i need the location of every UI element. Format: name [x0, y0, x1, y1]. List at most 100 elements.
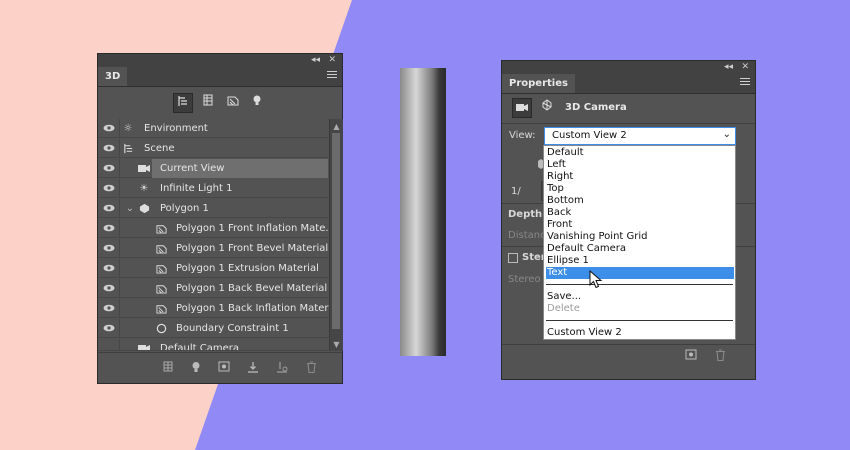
dropdown-option[interactable]: Default [546, 147, 734, 159]
drop-to-ground-icon[interactable] [246, 361, 260, 375]
material-icon [155, 239, 167, 261]
add-constraint-icon[interactable] [275, 361, 289, 375]
layer-label: Polygon 1 Extrusion Material [176, 263, 319, 274]
layer-label: Polygon 1 Back Inflation Material [176, 303, 341, 314]
dropdown-option[interactable]: Left [546, 159, 734, 171]
render-icon[interactable] [217, 361, 231, 375]
panel-menu-icon[interactable] [327, 71, 337, 81]
tab-3d[interactable]: 3D [98, 67, 128, 86]
dropdown-option[interactable]: Front [546, 219, 734, 231]
trash-icon[interactable] [713, 349, 727, 363]
visibility-eye-icon[interactable] [98, 279, 120, 298]
layer-row-material[interactable]: Polygon 1 Front Bevel Material [98, 239, 328, 258]
layer-row-boundary-constraint[interactable]: Boundary Constraint 1 [98, 319, 328, 338]
layer-row-scene[interactable]: Scene [98, 139, 328, 158]
visibility-eye-icon[interactable] [98, 219, 120, 238]
dropdown-option[interactable]: Vanishing Point Grid [546, 231, 734, 243]
collapse-icon[interactable]: ◂◂ [311, 54, 320, 67]
trash-icon[interactable] [304, 361, 318, 375]
properties-bottom-toolbar [502, 344, 755, 379]
tab-properties[interactable]: Properties [502, 74, 575, 93]
camera-icon[interactable] [512, 98, 532, 118]
properties-top-strip: ◂◂ ✕ [502, 61, 755, 74]
layer-row-current-view[interactable]: Current View [98, 159, 328, 178]
visibility-eye-icon[interactable] [98, 159, 120, 178]
layer-row-material[interactable]: Polygon 1 Back Inflation Material [98, 299, 340, 318]
mouse-cursor-icon [589, 270, 603, 289]
visibility-eye-icon[interactable] [98, 239, 120, 258]
cylinder-body [400, 68, 446, 356]
add-light-icon[interactable] [189, 361, 203, 375]
layer-row-polygon[interactable]: ⌄ Polygon 1 [98, 199, 328, 218]
visibility-eye-icon[interactable] [98, 179, 120, 198]
visibility-eye-icon[interactable] [98, 319, 120, 338]
constraint-icon [155, 319, 167, 341]
material-icon [155, 219, 167, 241]
scroll-down-icon[interactable]: ▼ [330, 339, 343, 351]
panel-3d-bottom-toolbar [98, 352, 342, 383]
close-icon[interactable]: ✕ [741, 61, 749, 74]
dropdown-option[interactable]: Right [546, 171, 734, 183]
dropdown-option[interactable]: Ellipse 1 [546, 255, 734, 267]
layer-label: Scene [144, 143, 175, 154]
filter-whole-scene-icon[interactable] [173, 93, 193, 113]
material-icon [155, 279, 167, 301]
camera-icon [138, 159, 150, 180]
environment-icon: ☼ [123, 123, 133, 134]
view-select[interactable]: Custom View 2 ⌄ [544, 127, 736, 145]
dropdown-option-highlighted[interactable]: Text [546, 267, 734, 279]
layer-label: Default Camera [160, 343, 239, 351]
visibility-eye-icon[interactable] [98, 339, 120, 350]
camera-icon [138, 339, 150, 350]
filter-lights-icon[interactable] [247, 93, 267, 113]
coordinates-icon[interactable] [537, 98, 557, 118]
view-dropdown-list[interactable]: Default Left Right Top Bottom Back Front… [543, 145, 736, 340]
visibility-eye-icon[interactable] [98, 199, 120, 218]
render-icon[interactable] [684, 349, 698, 363]
layer-label: Environment [144, 123, 208, 134]
visibility-eye-icon[interactable] [98, 259, 120, 278]
layer-row-material[interactable]: Polygon 1 Front Inflation Mate... [98, 219, 335, 241]
dropdown-option-save[interactable]: Save... [546, 291, 734, 303]
panel-3d-tabbar: 3D [98, 67, 342, 87]
layers-scrollbar[interactable]: ▲ ▼ [329, 119, 343, 351]
layer-label: Polygon 1 Front Bevel Material [176, 243, 329, 254]
panel-menu-icon[interactable] [740, 78, 750, 88]
new-mesh-icon[interactable] [161, 361, 175, 375]
dropdown-option[interactable]: Bottom [546, 195, 734, 207]
dropdown-separator [546, 284, 733, 285]
layer-label: Polygon 1 [160, 203, 209, 214]
filter-meshes-icon[interactable] [198, 93, 218, 113]
dropdown-separator [546, 320, 733, 321]
dropdown-option-custom-view[interactable]: Custom View 2 [546, 327, 734, 339]
stereo-checkbox[interactable] [508, 253, 518, 263]
dropdown-option[interactable]: Top [546, 183, 734, 195]
layer-row-environment[interactable]: ☼ Environment [98, 119, 328, 138]
panel-3d-top-strip: ◂◂ ✕ [98, 54, 342, 67]
scrollbar-thumb[interactable] [332, 133, 340, 329]
close-icon[interactable]: ✕ [328, 54, 336, 67]
header-divider [502, 123, 755, 124]
dropdown-option-delete: Delete [547, 303, 580, 314]
scene-icon [122, 139, 134, 161]
visibility-eye-icon[interactable] [98, 299, 120, 318]
visibility-eye-icon[interactable] [98, 119, 120, 138]
collapse-icon[interactable]: ◂◂ [724, 61, 733, 74]
material-icon [155, 259, 167, 281]
layer-row-material[interactable]: Polygon 1 Extrusion Material [98, 259, 328, 278]
filter-materials-icon[interactable] [223, 93, 243, 113]
dropdown-option[interactable]: Default Camera [546, 243, 734, 255]
dropdown-option[interactable]: Back [546, 207, 734, 219]
visibility-eye-icon[interactable] [98, 139, 120, 158]
view-select-value: Custom View 2 [552, 130, 627, 141]
layer-row-default-camera[interactable]: Default Camera [98, 339, 328, 351]
chevron-down-icon[interactable]: ⌄ [124, 199, 136, 218]
layer-row-infinite-light[interactable]: ☀ Infinite Light 1 [98, 179, 328, 198]
layer-row-material[interactable]: Polygon 1 Back Bevel Material [98, 279, 328, 298]
cylinder-object [400, 68, 446, 356]
layer-label: Boundary Constraint 1 [176, 323, 289, 334]
scroll-up-icon[interactable]: ▲ [330, 121, 343, 133]
layer-label: Infinite Light 1 [160, 183, 233, 194]
panel-3d: ◂◂ ✕ 3D ☼ Environment Scene Current View… [97, 53, 343, 384]
layer-label: Polygon 1 Front Inflation Mate... [176, 223, 335, 234]
